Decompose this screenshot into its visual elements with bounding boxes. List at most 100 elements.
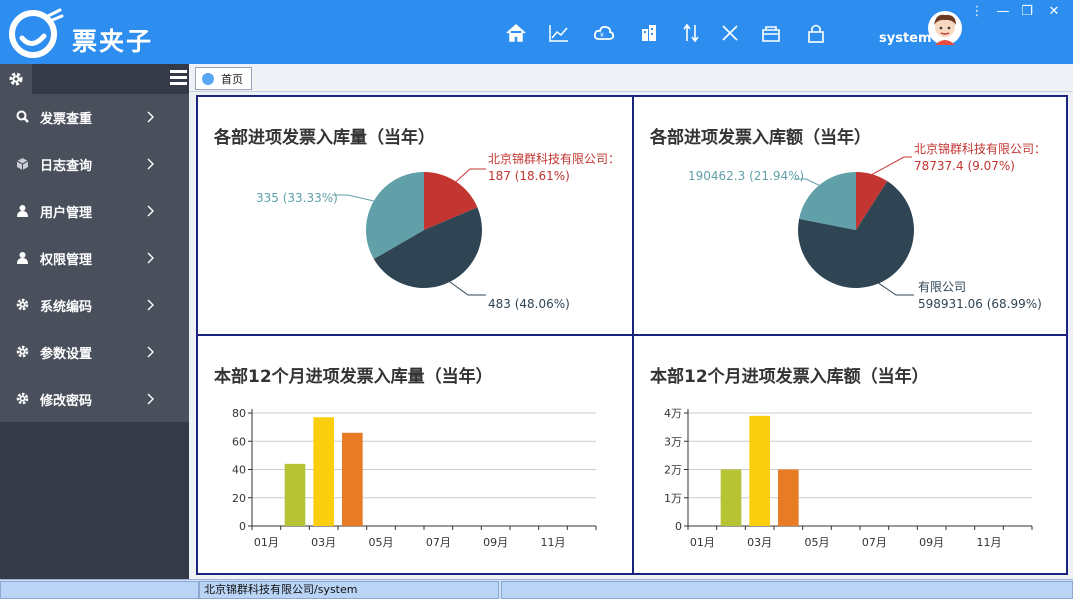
pie-chart-amount: 北京锦群科技有限公司： 78737.4 (9.07%) 有限公司 598931.06 … (688, 142, 1046, 311)
y-tick-label: 0 (675, 520, 682, 533)
svg-text:¥: ¥ (600, 32, 604, 39)
user-icon (17, 205, 28, 217)
status-cell-empty (0, 581, 199, 599)
sidebar-item-5[interactable]: 参数设置 (0, 329, 189, 376)
line-chart-icon[interactable] (548, 22, 570, 44)
bar-chart-amount: 0 1万 2万 3万 4万 01月 03月 05月 07月 09月 11月 (664, 407, 1033, 549)
logo-text: 票夹子 (72, 27, 154, 56)
y-tick-label: 20 (232, 492, 246, 505)
pie-label-name: 北京锦群科技有限公司： (914, 142, 1046, 156)
sidebar-settings[interactable] (0, 64, 32, 94)
chevron-right-icon (147, 252, 154, 264)
sidebar-item-3[interactable]: 权限管理 (0, 235, 189, 282)
user-icon (17, 252, 28, 264)
y-tick-label: 0 (239, 520, 246, 533)
tab-home[interactable]: 首页 (195, 67, 252, 90)
minimize-button[interactable]: — (994, 4, 1012, 20)
logo-icon (9, 8, 64, 58)
y-tick-label: 40 (232, 464, 246, 477)
pie-label-value: 78737.4 (9.07%) (914, 159, 1015, 173)
tab-label: 首页 (221, 73, 243, 86)
home-tab-icon (202, 73, 214, 85)
bar[interactable] (749, 415, 770, 526)
bar-chart-amount-panel: 本部12个月进项发票入库额（当年） 0 1万 2万 3万 4万 01月 03月 05月 07月 0… (634, 336, 1066, 573)
x-tick-label: 07月 (426, 536, 451, 549)
sidebar-item-4[interactable]: 系统编码 (0, 282, 189, 329)
pie-chart-count-panel: 各部进项发票入库量（当年） 北京锦群科技有限公司： 187 (18.61%) 483… (198, 97, 632, 334)
chevron-right-icon (147, 158, 154, 170)
pie-leader-line (449, 281, 486, 296)
status-cell-empty (501, 581, 1073, 599)
hamburger-icon[interactable] (170, 70, 187, 88)
more-button[interactable]: ⋮ (968, 4, 986, 20)
sidebar-item-1[interactable]: 日志查询 (0, 141, 189, 188)
y-tick-label: 4万 (664, 407, 682, 420)
chevron-right-icon (147, 111, 154, 123)
close-button[interactable]: ✕ (1045, 4, 1063, 20)
pie-leader-line (878, 282, 914, 296)
gear-icon (9, 72, 23, 86)
bar-chart-count-panel: 本部12个月进项发票入库量（当年） 0 20 40 60 80 01月 03月 05月 07月 0… (198, 336, 632, 573)
chevron-right-icon (147, 393, 154, 405)
gear-icon (16, 298, 29, 311)
sidebar-menu: 发票查重日志查询用户管理权限管理系统编码参数设置修改密码 (0, 94, 189, 422)
pie-leader-line (455, 168, 486, 183)
x-tick-label: 01月 (690, 536, 715, 549)
x-tick-label: 01月 (254, 536, 279, 549)
gear-icon (16, 345, 29, 358)
tab-bar: 首页 (189, 64, 1073, 92)
x-tick-label: 09月 (919, 536, 944, 549)
bar[interactable] (342, 432, 363, 526)
pie-label-value: 335 (33.33%) (256, 191, 338, 205)
avatar[interactable] (928, 11, 962, 45)
sort-arrows-icon[interactable] (680, 22, 702, 44)
y-tick-label: 3万 (664, 435, 682, 448)
sidebar-item-label: 修改密码 (40, 394, 93, 409)
x-tick-label: 03月 (311, 536, 336, 549)
restore-button[interactable]: ❐ (1018, 4, 1036, 20)
lock-icon[interactable] (805, 22, 827, 44)
sidebar-item-6[interactable]: 修改密码 (0, 376, 189, 423)
pie-leader-line (332, 194, 374, 202)
pie-label-name: 北京锦群科技有限公司： (488, 152, 620, 166)
sidebar: 发票查重日志查询用户管理权限管理系统编码参数设置修改密码 (0, 64, 189, 579)
sidebar-item-label: 用户管理 (40, 206, 93, 221)
gear-icon (16, 392, 29, 405)
status-bar: 北京锦群科技有限公司/system (0, 579, 1073, 599)
y-tick-label: 80 (232, 407, 246, 420)
bar[interactable] (720, 469, 742, 527)
x-tick-label: 07月 (862, 536, 887, 549)
sidebar-item-0[interactable]: 发票查重 (0, 94, 189, 141)
pie-chart-amount-panel: 各部进项发票入库额（当年） 北京锦群科技有限公司： 78737.4 (9.07%)… (634, 97, 1066, 334)
sidebar-top (0, 64, 189, 94)
search-icon (16, 110, 29, 123)
chevron-right-icon (147, 299, 154, 311)
sidebar-item-2[interactable]: 用户管理 (0, 188, 189, 235)
app-header: 票夹子 ¥ system ⋮ — ❐ ✕ (0, 0, 1073, 64)
y-tick-label: 60 (232, 435, 246, 448)
x-tick-label: 03月 (747, 536, 772, 549)
bar[interactable] (778, 469, 799, 527)
pie-leader-line (872, 156, 912, 175)
y-tick-label: 2万 (664, 464, 682, 477)
pie-label-name: 有限公司 (918, 280, 966, 294)
x-tick-label: 11月 (541, 536, 566, 549)
bar-chart-count: 0 20 40 60 80 01月 03月 05月 07月 09月 11月 (232, 407, 597, 549)
buildings-icon[interactable] (638, 22, 660, 44)
pie-label-value: 483 (48.06%) (488, 297, 570, 311)
pie-chart-count: 北京锦群科技有限公司： 187 (18.61%) 483 (48.06%) 335 (… (256, 152, 620, 311)
dashboard: 各部进项发票入库量（当年） 北京锦群科技有限公司： 187 (18.61%) 483… (196, 95, 1068, 575)
sidebar-item-label: 日志查询 (40, 159, 93, 174)
x-tick-label: 05月 (369, 536, 394, 549)
chevron-right-icon (147, 346, 154, 358)
sidebar-item-label: 系统编码 (40, 300, 93, 315)
x-tick-label: 09月 (483, 536, 508, 549)
bar[interactable] (313, 417, 334, 526)
cube-icon (16, 158, 29, 170)
close-x-icon[interactable] (719, 22, 741, 44)
cloud-upload-icon[interactable]: ¥ (593, 22, 615, 44)
register-icon[interactable] (760, 22, 782, 44)
status-company-user: 北京锦群科技有限公司/system (199, 581, 499, 599)
home-icon[interactable] (505, 22, 527, 44)
bar[interactable] (284, 463, 306, 526)
